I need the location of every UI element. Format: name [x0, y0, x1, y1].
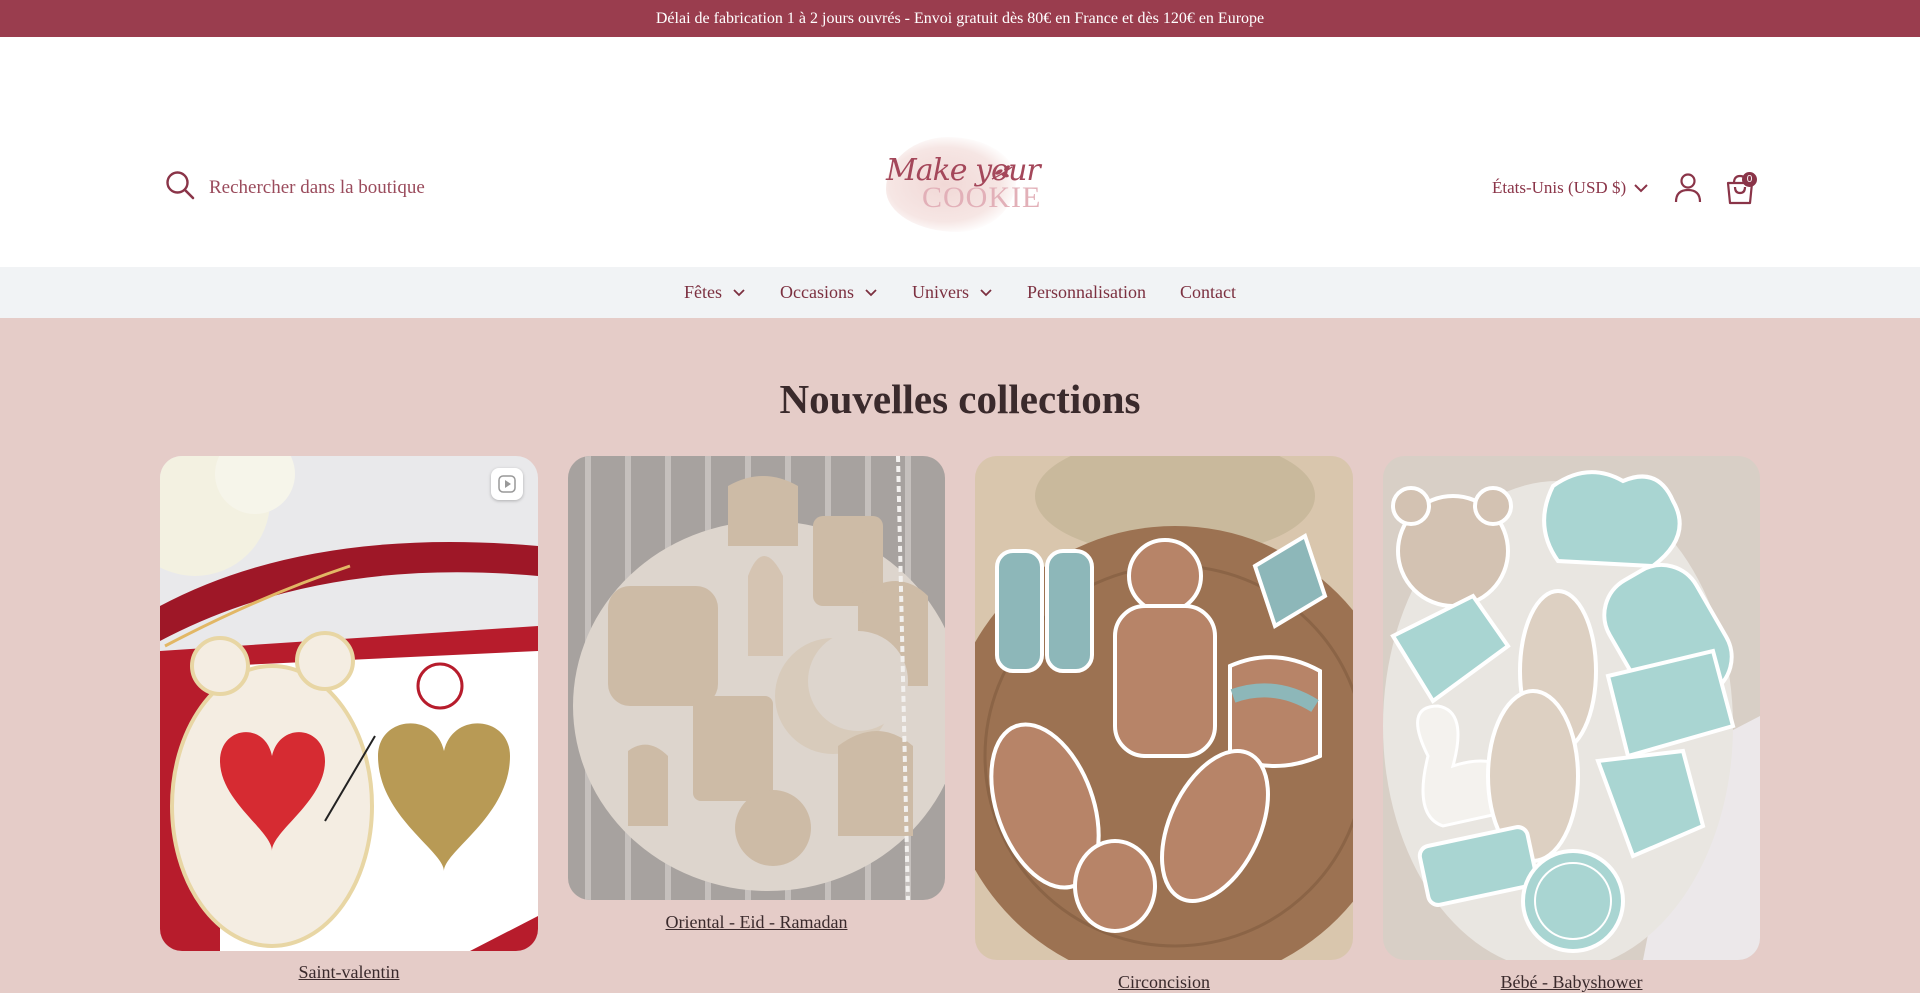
collection-image[interactable] — [975, 456, 1353, 960]
collection-card-circoncision[interactable]: Circoncision — [975, 456, 1353, 992]
leaf-icon — [991, 165, 1013, 180]
currency-label: États-Unis (USD $) — [1492, 178, 1627, 197]
nav-item-occasions[interactable]: Occasions — [780, 282, 878, 303]
collection-card-saint-valentin[interactable]: Saint-valentin — [160, 456, 538, 982]
collection-title[interactable]: Circoncision — [975, 972, 1353, 993]
chevron-down-icon — [733, 288, 745, 296]
nav-item-label: Contact — [1179, 282, 1236, 302]
collection-title[interactable]: Bébé - Babyshower — [1383, 972, 1760, 993]
nav-item-label: Univers — [911, 282, 969, 302]
site-header: Rechercher dans la boutique Make your CO… — [0, 37, 1920, 267]
cart-count-badge: 0 — [1742, 172, 1757, 187]
play-icon — [498, 475, 516, 493]
search-icon[interactable] — [165, 170, 195, 205]
collection-image[interactable] — [1383, 456, 1760, 960]
nav-item-label: Fêtes — [684, 282, 722, 302]
chevron-down-icon — [865, 288, 877, 296]
currency-selector[interactable]: États-Unis (USD $) — [1492, 178, 1648, 198]
nav-item-univers[interactable]: Univers — [912, 282, 993, 303]
video-badge — [491, 468, 523, 500]
collection-image[interactable] — [568, 456, 945, 900]
nav-item-label: Personnalisation — [1026, 282, 1146, 302]
search-input[interactable]: Rechercher dans la boutique — [209, 177, 425, 199]
chevron-down-icon — [980, 288, 992, 296]
account-icon[interactable] — [1674, 173, 1702, 203]
collection-image[interactable] — [160, 456, 538, 951]
announcement-bar: Délai de fabrication 1 à 2 jours ouvrés … — [0, 0, 1920, 37]
collection-card-oriental[interactable]: Oriental - Eid - Ramadan — [568, 456, 945, 932]
cart-button[interactable]: 0 — [1724, 172, 1757, 205]
announcement-text: Délai de fabrication 1 à 2 jours ouvrés … — [655, 9, 1265, 27]
collection-title[interactable]: Saint-valentin — [160, 962, 538, 983]
nav-item-fetes[interactable]: Fêtes — [684, 282, 746, 303]
main-navigation: Fêtes Occasions Univers Personnalisation… — [0, 267, 1920, 318]
logo-text-line2: COOKIE — [922, 181, 1042, 214]
nav-item-contact[interactable]: Contact — [1180, 282, 1236, 303]
nav-item-label: Occasions — [780, 282, 854, 302]
chevron-down-icon — [1634, 184, 1648, 193]
collection-card-bebe[interactable]: Bébé - Babyshower — [1383, 456, 1760, 992]
collection-title[interactable]: Oriental - Eid - Ramadan — [568, 912, 945, 933]
search-bar[interactable]: Rechercher dans la boutique — [165, 170, 425, 205]
nav-item-personnalisation[interactable]: Personnalisation — [1027, 282, 1146, 303]
site-logo[interactable]: Make your COOKIE — [878, 129, 1041, 239]
section-title: Nouvelles collections — [779, 376, 1141, 422]
